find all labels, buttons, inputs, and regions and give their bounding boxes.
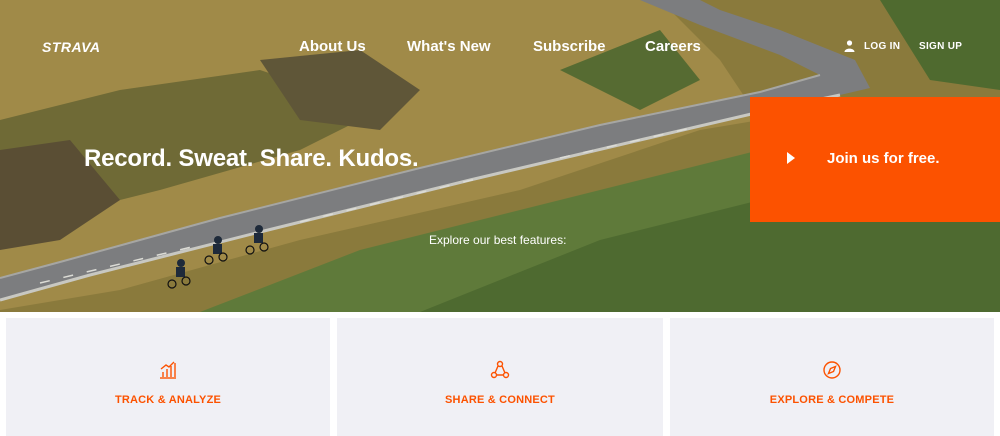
feature-label-share-connect: SHARE & CONNECT	[445, 394, 555, 406]
nav-about-us[interactable]: About Us	[299, 38, 366, 55]
nav-whats-new[interactable]: What's New	[407, 38, 491, 55]
explore-heading: Explore our best features:	[429, 233, 567, 247]
hero-section: STRAVA About Us What's New Subscribe Car…	[0, 0, 1000, 312]
join-button[interactable]: Join us for free.	[750, 97, 1000, 222]
share-nodes-icon	[490, 360, 510, 379]
hero-tagline: Record. Sweat. Share. Kudos.	[84, 145, 419, 172]
feature-label-explore-compete: EXPLORE & COMPETE	[769, 394, 895, 406]
bar-chart-icon	[160, 361, 176, 379]
nav-careers[interactable]: Careers	[645, 38, 701, 55]
signup-link[interactable]: SIGN UP	[919, 41, 962, 52]
feature-card-share-connect[interactable]: SHARE & CONNECT	[337, 318, 663, 436]
login-link[interactable]: LOG IN	[864, 41, 900, 52]
nav-subscribe[interactable]: Subscribe	[533, 38, 606, 55]
join-button-label: Join us for free.	[827, 150, 940, 167]
feature-card-track-analyze[interactable]: TRACK & ANALYZE	[6, 318, 330, 436]
feature-label-track-analyze: TRACK & ANALYZE	[114, 394, 222, 406]
features-row: TRACK & ANALYZE SHARE & CONNECT EXPLORE …	[0, 312, 1000, 436]
feature-card-explore-compete[interactable]: EXPLORE & COMPETE	[670, 318, 994, 436]
user-icon	[844, 40, 855, 52]
play-icon	[787, 152, 795, 164]
compass-icon	[823, 361, 841, 379]
